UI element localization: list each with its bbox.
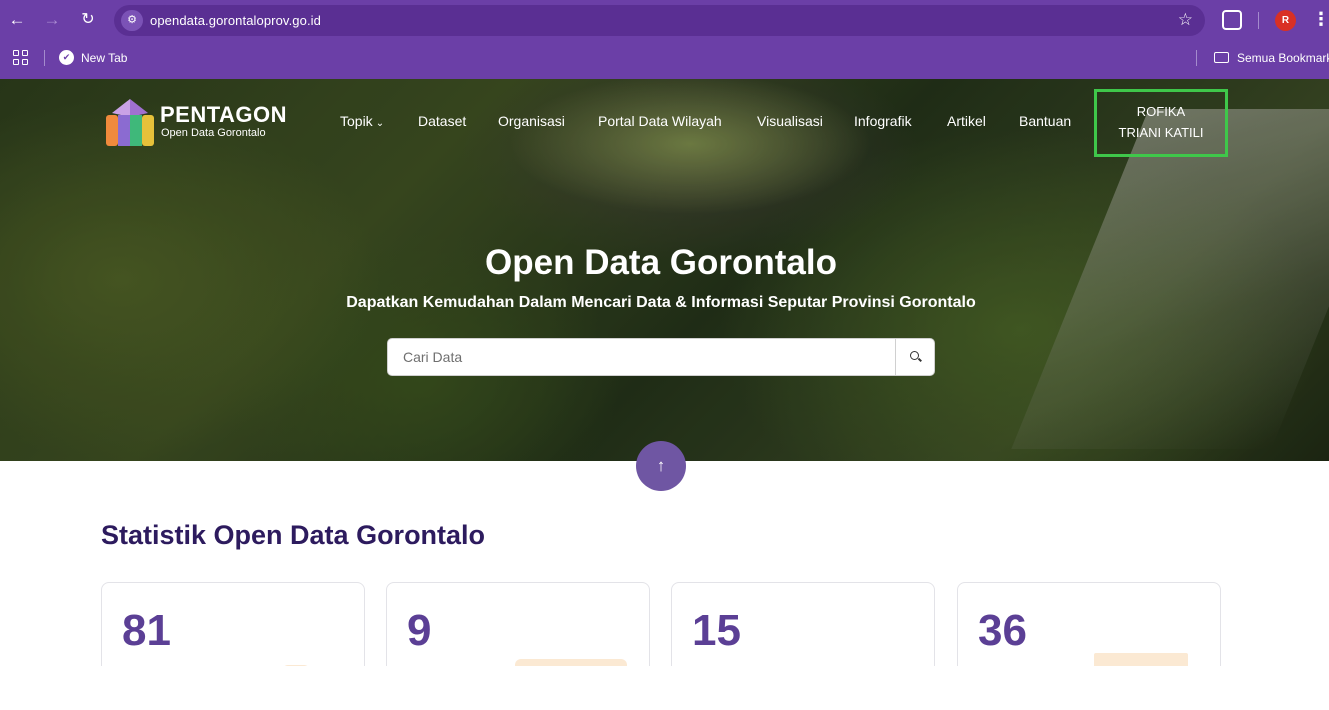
nav-organisasi[interactable]: Organisasi [498,112,565,130]
nav-label: Topik [340,113,373,129]
folder-icon [1214,52,1229,63]
toolbar-divider [1258,12,1259,29]
reload-icon[interactable]: ↻ [77,9,99,31]
all-bookmarks-button[interactable]: Semua Bookmark [1237,51,1329,65]
site-info-icon[interactable]: ⚙ [121,10,143,31]
url-text[interactable]: opendata.gorontaloprov.go.id [150,13,321,28]
profile-avatar[interactable]: R [1275,10,1296,31]
bookmark-divider [1196,50,1197,66]
search-input[interactable] [388,339,896,375]
browser-chrome: ← → ↻ ⚙ opendata.gorontaloprov.go.id ☆ R… [0,0,1329,79]
pentagon-logo-icon[interactable] [106,99,154,146]
user-name-line1: ROFIKA [1136,104,1186,119]
page: ← → ↻ ⚙ opendata.gorontaloprov.go.id ☆ R… [0,0,1329,710]
bookmarks-bar: ✔ New Tab Semua Bookmark [0,44,1329,72]
stat-value: 36 [978,606,1027,655]
forward-icon[interactable]: → [41,9,63,31]
bookmark-divider [44,50,45,66]
nav-bantuan[interactable]: Bantuan [1019,112,1071,130]
bookmark-new-tab[interactable]: New Tab [81,51,127,65]
brand-name[interactable]: PENTAGON [160,104,287,126]
apps-grid-icon[interactable] [13,50,28,65]
stat-value: 15 [692,606,741,655]
stat-value: 9 [407,606,432,655]
nav-portal-data-wilayah[interactable]: Portal Data Wilayah [598,112,722,130]
back-icon[interactable]: ← [6,9,28,31]
nav-artikel[interactable]: Artikel [947,112,986,130]
browser-menu-icon[interactable]: ⋮ [1312,9,1329,29]
user-name-line2: TRIANI KATILI [1118,125,1204,140]
globe-icon: ✔ [59,50,74,65]
chevron-down-icon: ⌄ [375,118,385,129]
search-bar [387,338,935,376]
brand-tagline: Open Data Gorontalo [161,127,266,139]
scroll-up-button[interactable]: ↑ [636,441,686,491]
stat-value: 81 [122,606,171,655]
user-account-menu[interactable]: ROFIKA TRIANI KATILI [1094,89,1228,157]
nav-topik[interactable]: Topik ⌄ [340,112,384,133]
omnibox[interactable]: ⚙ opendata.gorontaloprov.go.id ☆ [114,5,1205,36]
hero-subtitle: Dapatkan Kemudahan Dalam Mencari Data & … [346,294,976,311]
stats-title: Statistik Open Data Gorontalo [101,520,486,550]
nav-infografik[interactable]: Infografik [854,112,912,130]
hero-title: Open Data Gorontalo [485,243,837,282]
extensions-icon[interactable] [1222,10,1242,30]
search-button[interactable] [895,339,934,375]
bookmark-star-icon[interactable]: ☆ [1178,10,1193,30]
nav-dataset[interactable]: Dataset [418,112,466,130]
nav-visualisasi[interactable]: Visualisasi [757,112,823,130]
screen-bottom-edge [0,666,1329,710]
address-bar-row: ← → ↻ ⚙ opendata.gorontaloprov.go.id ☆ R… [0,0,1329,42]
